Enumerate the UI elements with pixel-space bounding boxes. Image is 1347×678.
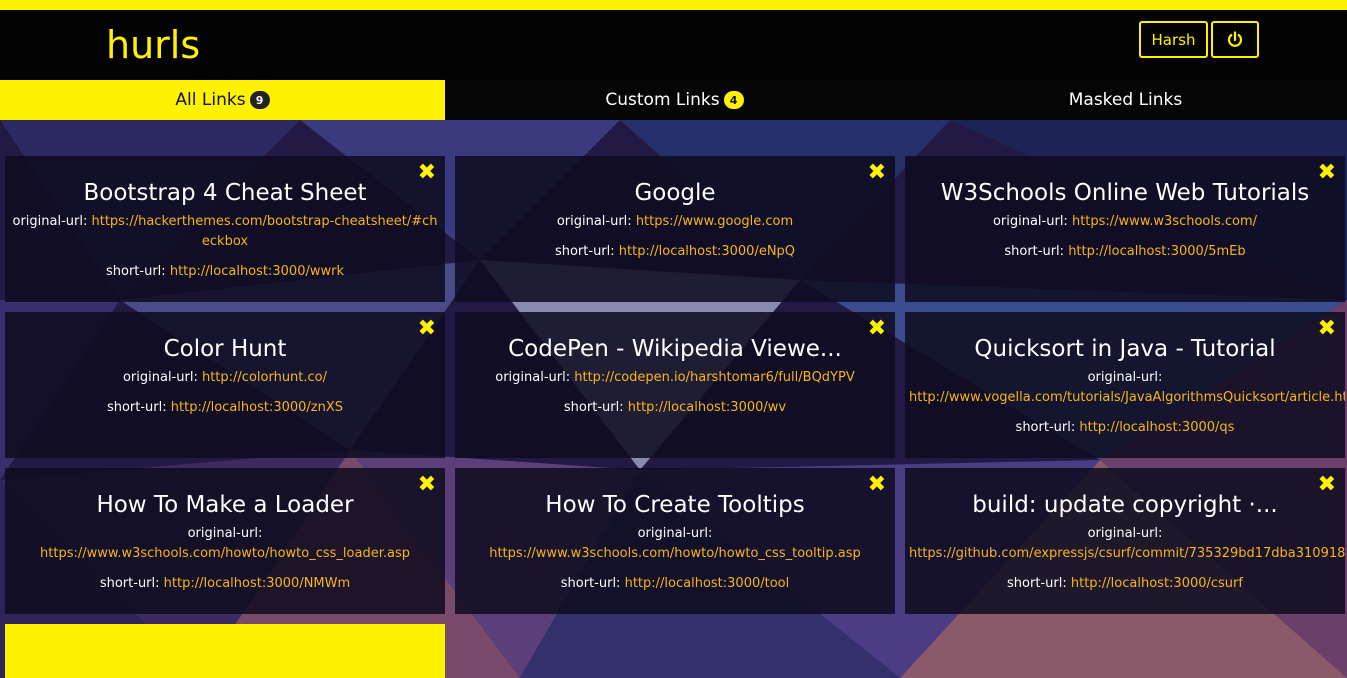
short-url-row: short-url: http://localhost:3000/eNpQ [455,242,895,262]
original-url-row: original-url: https://github.com/expressj… [905,524,1345,564]
link-card: ✖ CodePen - Wikipedia Viewe... original-… [455,312,895,458]
delete-link-icon[interactable]: ✖ [418,472,436,498]
short-url-link[interactable]: http://localhost:3000/wwrk [170,264,344,279]
original-url-link[interactable]: http://colorhunt.co/ [202,370,327,385]
tab-custom-links[interactable]: Custom Links 4 [445,80,904,120]
power-icon [1227,30,1243,47]
link-title: Bootstrap 4 Cheat Sheet [83,180,367,206]
delete-link-icon[interactable]: ✖ [418,160,436,186]
short-url-row: short-url: http://localhost:3000/wv [455,398,895,418]
user-button[interactable]: Harsh [1139,21,1208,58]
short-url-label: short-url: [554,244,615,259]
original-url-row: original-url: http://colorhunt.co/ [5,368,445,388]
original-url-link[interactable]: https://github.com/expressjs/csurf/commi… [909,544,1345,564]
short-url-label: short-url: [106,400,167,415]
short-url-label: short-url: [560,576,621,591]
short-url-row: short-url: http://localhost:3000/NMWm [5,574,445,594]
tab-label: All Links [175,90,246,110]
original-url-link[interactable]: http://codepen.io/harshtomar6/full/BQdYP… [574,370,854,385]
link-title: W3Schools Online Web Tutorials [940,180,1310,206]
short-url-label: short-url: [1007,576,1067,591]
original-url-link[interactable]: https://www.w3schools.com/howto/howto_cs… [9,544,441,564]
short-url-row: short-url: http://localhost:3000/qs [905,418,1345,438]
original-url-row: original-url: https://www.w3schools.com/ [905,212,1345,232]
original-url-label: original-url: [556,214,632,229]
link-title: Color Hunt [163,336,287,362]
tab-label: Masked Links [1068,90,1183,110]
short-url-row: short-url: http://localhost:3000/tool [455,574,895,594]
brand-logo[interactable]: hurls [106,23,200,67]
short-url-row: short-url: http://localhost:3000/wwrk [5,262,445,282]
original-url-link[interactable]: http://www.vogella.com/tutorials/JavaAlg… [909,388,1345,408]
short-url-link[interactable]: http://localhost:3000/znXS [171,400,343,415]
tab-label: Custom Links [605,90,720,110]
count-badge: 4 [723,91,744,109]
short-url-label: short-url: [99,576,160,591]
short-url-link[interactable]: http://localhost:3000/wv [628,400,786,415]
link-card: ✖ How To Create Tooltips original-url: ht… [455,468,895,614]
link-card: ✖ Quicksort in Java - Tutorial original-… [905,312,1345,458]
link-title: How To Create Tooltips [545,492,805,518]
original-url-link[interactable]: https://www.w3schools.com/ [1072,214,1257,229]
delete-link-icon[interactable]: ✖ [1318,472,1336,498]
link-title: Google [634,180,716,206]
link-card: ✖ W3Schools Online Web Tutorials origina… [905,156,1345,302]
tab-masked-links[interactable]: Masked Links [904,80,1347,120]
link-card: ✖ build: update copyright ·... original-… [905,468,1345,614]
original-url-link[interactable]: https://www.google.com [636,214,793,229]
link-card: ✖ Color Hunt original-url: http://colorh… [5,312,445,458]
short-url-link[interactable]: http://localhost:3000/eNpQ [619,244,795,259]
delete-link-icon[interactable]: ✖ [418,316,436,342]
count-badge: 9 [249,91,270,109]
original-url-row: original-url: http://codepen.io/harshtom… [455,368,895,388]
short-url-link[interactable]: http://localhost:3000/5mEb [1068,244,1245,259]
original-url-row: original-url: http://www.vogella.com/tuto… [905,368,1345,408]
delete-link-icon[interactable]: ✖ [1318,160,1336,186]
original-url-label: original-url: [637,526,713,541]
delete-link-icon[interactable]: ✖ [1318,316,1336,342]
original-url-row: original-url: https://www.google.com [455,212,895,232]
delete-link-icon[interactable]: ✖ [868,160,886,186]
link-card: ✖ How To Make a Loader original-url: http… [5,468,445,614]
short-url-row: short-url: http://localhost:3000/znXS [5,398,445,418]
original-url-label: original-url: [992,214,1068,229]
original-url-label: original-url: [495,370,571,385]
top-accent-bar [0,0,1347,10]
original-url-row: original-url: https://hackerthemes.com/b… [5,212,445,252]
short-url-row: short-url: http://localhost:3000/5mEb [905,242,1345,262]
link-title: Quicksort in Java - Tutorial [974,336,1276,362]
link-card: ✖ Bootstrap 4 Cheat Sheet original-url: … [5,156,445,302]
short-url-link[interactable]: http://localhost:3000/qs [1079,420,1234,435]
delete-link-icon[interactable]: ✖ [868,316,886,342]
links-grid: ✖ Bootstrap 4 Cheat Sheet original-url: … [5,156,1345,614]
tab-all-links[interactable]: All Links 9 [0,80,445,120]
original-url-label: original-url: [1087,370,1163,385]
short-url-label: short-url: [563,400,624,415]
original-url-link[interactable]: https://hackerthemes.com/bootstrap-cheat… [92,214,438,249]
original-url-label: original-url: [122,370,198,385]
short-url-label: short-url: [106,264,166,279]
short-url-row: short-url: http://localhost:3000/csurf [905,574,1345,594]
short-url-label: short-url: [1004,244,1065,259]
short-url-link[interactable]: http://localhost:3000/NMWm [164,576,350,591]
original-url-row: original-url: https://www.w3schools.com/h… [5,524,445,564]
app-header: hurls Harsh [0,10,1347,80]
delete-link-icon[interactable]: ✖ [868,472,886,498]
add-link-panel[interactable] [5,624,445,678]
original-url-row: original-url: https://www.w3schools.com/h… [455,524,895,564]
link-card: ✖ Google original-url: https://www.googl… [455,156,895,302]
short-url-label: short-url: [1015,420,1076,435]
short-url-link[interactable]: http://localhost:3000/csurf [1071,576,1243,591]
link-title: How To Make a Loader [96,492,354,518]
original-url-label: original-url: [12,214,88,229]
logout-button[interactable] [1211,21,1259,58]
link-title: build: update copyright ·... [972,492,1278,518]
original-url-link[interactable]: https://www.w3schools.com/howto/howto_cs… [459,544,891,564]
original-url-label: original-url: [1087,526,1163,541]
short-url-link[interactable]: http://localhost:3000/tool [625,576,790,591]
original-url-label: original-url: [187,526,263,541]
link-tabs: All Links 9 Custom Links 4 Masked Links [0,80,1347,120]
link-title: CodePen - Wikipedia Viewe... [508,336,842,362]
